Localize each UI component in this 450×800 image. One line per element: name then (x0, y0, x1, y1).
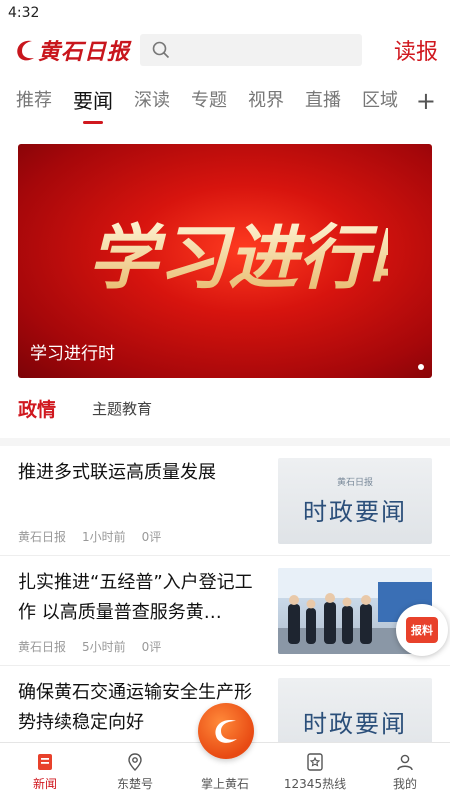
thumbnail-title: 时政要闻 (303, 498, 407, 526)
logo-text: 黄石日报 (38, 39, 131, 65)
nav-label: 东楚号 (116, 777, 153, 791)
hand-huangshi-center-button[interactable] (198, 703, 254, 759)
search-icon (152, 41, 170, 59)
nav-news[interactable]: 新闻 (0, 743, 90, 800)
tab-region[interactable]: 区域 (362, 74, 398, 128)
tab-live[interactable]: 直播 (305, 74, 341, 128)
news-comments: 0评 (141, 640, 162, 654)
news-comments: 0评 (141, 530, 162, 544)
news-source: 黄石日报 (18, 640, 67, 654)
user-icon (397, 754, 413, 771)
news-item[interactable]: 推进多式联运高质量发展 黄石日报 1小时前 0评 黄石日报 时政要闻 (0, 446, 450, 556)
status-bar: 4:32 (0, 0, 450, 26)
thumbnail-brand: 黄石日报 (336, 478, 373, 488)
report-tip-button[interactable]: 报料 (396, 604, 448, 656)
thumbnail-title: 时政要闻 (303, 709, 407, 738)
logo-swoosh-icon (17, 40, 34, 61)
app-logo: 黄石日报 (14, 34, 132, 66)
tab-headlines[interactable]: 要闻 (73, 74, 113, 128)
location-pin-icon (128, 753, 142, 771)
news-item[interactable]: 扎实推进“五经普”入户登记工作 以高质量普查服务黄… 黄石日报 5小时前 0评 (0, 556, 450, 666)
tab-topics[interactable]: 专题 (191, 74, 227, 128)
news-source: 黄石日报 (18, 530, 67, 544)
nav-label: 掌上黄石 (200, 777, 249, 791)
banner-carousel[interactable]: 学习进行时 学习进行时 (18, 144, 432, 378)
star-badge-icon (307, 753, 323, 771)
banner-calligraphy: 学习进行时 (88, 204, 388, 304)
report-tip-label: 报料 (406, 617, 438, 643)
nav-mine[interactable]: 我的 (360, 743, 450, 800)
nav-label: 新闻 (32, 777, 57, 791)
news-time: 5小时前 (82, 640, 126, 654)
news-text: 推进多式联运高质量发展 黄石日报 1小时前 0评 (18, 458, 278, 555)
nav-label: 12345热线 (283, 777, 347, 791)
news-title: 扎实推进“五经普”入户登记工作 以高质量普查服务黄… (18, 572, 253, 623)
tab-deep-read[interactable]: 深读 (134, 74, 170, 128)
banner-caption: 学习进行时 (30, 344, 115, 364)
tab-recommend[interactable]: 推荐 (16, 74, 52, 128)
banner-art-image: 学习进行时 (88, 216, 388, 299)
read-paper-button[interactable]: 读报 (394, 34, 438, 66)
bottom-nav: 新闻 东楚号 掌上黄石 12345热线 我的 (0, 703, 450, 800)
section-tab-theme-education[interactable]: 主题教育 (92, 398, 152, 419)
section-tab-politics[interactable]: 政情 (18, 395, 56, 422)
banner-art-text: 学习进行时 (88, 216, 388, 299)
search-input[interactable] (140, 34, 362, 66)
channel-tabs: 推荐 要闻 深读 专题 视界 直播 区域 + (0, 74, 450, 128)
tab-vision[interactable]: 视界 (248, 74, 284, 128)
nav-dongchu[interactable]: 东楚号 (90, 743, 180, 800)
top-bar: 黄石日报 读报 (0, 26, 450, 74)
news-icon (38, 754, 52, 770)
swoosh-logo-icon (215, 720, 237, 743)
add-channel-icon[interactable]: + (416, 74, 436, 128)
news-title: 推进多式联运高质量发展 (18, 462, 216, 483)
nav-hotline[interactable]: 12345热线 (270, 743, 360, 800)
news-thumbnail: 黄石日报 时政要闻 (278, 458, 432, 544)
news-meta: 黄石日报 1小时前 0评 (18, 528, 161, 545)
news-text: 扎实推进“五经普”入户登记工作 以高质量普查服务黄… 黄石日报 5小时前 0评 (18, 568, 278, 665)
carousel-indicator (418, 364, 424, 370)
section-tabs: 政情 主题教育 (0, 378, 450, 438)
section-divider (0, 438, 450, 446)
news-meta: 黄石日报 5小时前 0评 (18, 638, 161, 655)
status-time: 4:32 (8, 5, 40, 21)
nav-label: 我的 (392, 777, 417, 791)
news-time: 1小时前 (82, 530, 126, 544)
